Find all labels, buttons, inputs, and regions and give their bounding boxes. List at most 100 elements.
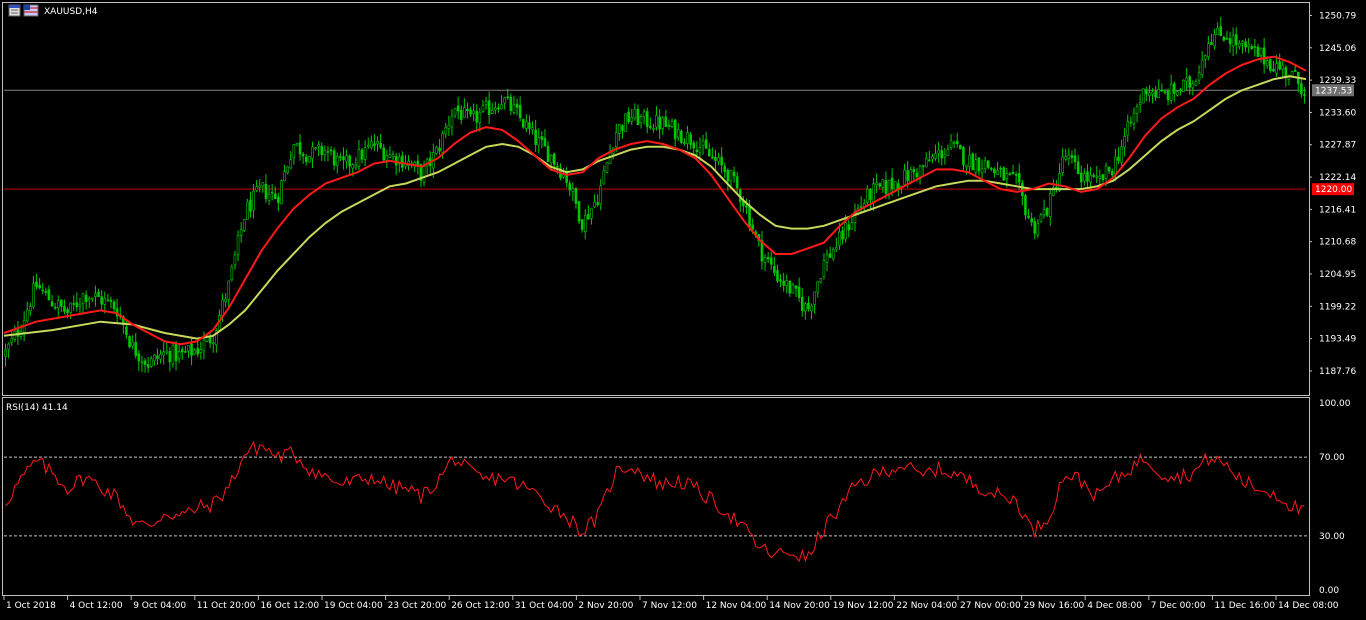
candle-body xyxy=(893,181,897,191)
candle-body xyxy=(773,265,776,273)
candle-body xyxy=(1017,173,1021,183)
candle-body xyxy=(227,280,231,300)
time-tick-label: 23 Oct 20:00 xyxy=(388,601,447,611)
candle-body xyxy=(252,190,255,211)
candle-body xyxy=(658,116,661,130)
price-tick-label: 1204.95 xyxy=(1319,270,1356,280)
candle-body xyxy=(642,111,646,118)
candle-body xyxy=(1172,83,1176,94)
candle-body xyxy=(273,193,277,199)
candle-body xyxy=(1253,46,1257,48)
price-tick-label: 1199.22 xyxy=(1319,302,1356,312)
candle-body xyxy=(295,143,299,146)
time-tick-label: 26 Oct 12:00 xyxy=(451,601,510,611)
candle-body xyxy=(97,291,100,298)
candle-body xyxy=(1231,35,1235,47)
candle-body xyxy=(177,350,181,359)
candle-body xyxy=(1303,94,1306,96)
candle-body xyxy=(44,291,48,293)
candle-body xyxy=(903,169,906,185)
candle-body xyxy=(971,153,975,171)
candle-body xyxy=(50,301,54,307)
candle-body xyxy=(444,127,448,135)
candle-body xyxy=(537,137,541,146)
candles xyxy=(4,16,1306,373)
candle-body xyxy=(1219,26,1223,36)
candle-body xyxy=(1070,155,1074,158)
symbol-header: XAUUSD,H4 xyxy=(8,4,98,17)
candle-body xyxy=(94,293,97,297)
candle-body xyxy=(1262,47,1266,65)
candle-body xyxy=(60,299,63,307)
candle-body xyxy=(165,350,169,353)
candle-body xyxy=(633,108,637,119)
candle-body xyxy=(955,140,959,145)
candle-body xyxy=(103,297,107,305)
candle-body xyxy=(283,171,286,181)
candle-body xyxy=(884,180,888,194)
candle-body xyxy=(100,296,103,305)
candle-body xyxy=(596,202,599,206)
candle-body xyxy=(1030,218,1033,223)
candle-body xyxy=(1259,47,1263,56)
symbol-label: XAUUSD,H4 xyxy=(44,7,98,17)
candle-body xyxy=(1203,55,1207,60)
candle-body xyxy=(286,166,289,174)
candle-body xyxy=(1256,46,1260,57)
candle-body xyxy=(401,155,404,168)
price-axis: 1250.791245.061239.331233.601227.871222.… xyxy=(1309,11,1356,596)
candle-body xyxy=(4,349,7,357)
candle-body xyxy=(890,177,894,189)
candle-body xyxy=(583,214,587,232)
candle-body xyxy=(134,342,138,356)
candle-body xyxy=(1002,167,1006,181)
candle-body xyxy=(1284,67,1288,78)
candle-body xyxy=(1104,165,1108,179)
candle-body xyxy=(1166,90,1170,100)
chart-svg[interactable]: 1250.791245.061239.331233.601227.871222.… xyxy=(0,0,1366,616)
candle-body xyxy=(676,129,680,138)
candle-body xyxy=(785,280,789,286)
time-tick-label: 22 Nov 04:00 xyxy=(896,601,957,611)
candle-body xyxy=(159,353,162,360)
time-tick-label: 29 Nov 16:00 xyxy=(1024,601,1085,611)
candle-body xyxy=(190,343,193,356)
candle-body xyxy=(63,305,66,312)
candle-body xyxy=(983,160,987,170)
candle-body xyxy=(831,249,835,259)
candle-body xyxy=(788,280,792,294)
candle-body xyxy=(53,306,57,309)
candle-body xyxy=(531,127,534,131)
chart-window-icon[interactable] xyxy=(8,4,21,17)
time-tick-label: 9 Oct 04:00 xyxy=(133,601,186,611)
candle-body xyxy=(518,105,522,118)
candle-body xyxy=(376,140,379,145)
candle-body xyxy=(149,358,153,367)
candle-body xyxy=(1160,89,1164,92)
candle-body xyxy=(487,100,491,115)
candle-body xyxy=(1238,42,1241,47)
candle-body xyxy=(1207,43,1210,57)
candle-body xyxy=(965,164,968,168)
candle-body xyxy=(807,302,810,310)
candle-body xyxy=(1228,38,1232,45)
candle-body xyxy=(1024,195,1027,216)
candle-body xyxy=(652,128,655,130)
candle-body xyxy=(549,155,553,164)
candle-body xyxy=(131,341,134,347)
candle-body xyxy=(1033,221,1037,234)
price-tick-label: 1216.41 xyxy=(1319,205,1356,215)
candle-body xyxy=(599,185,603,205)
price-tick-label: 1245.06 xyxy=(1319,44,1356,54)
candle-body xyxy=(162,351,165,356)
candle-body xyxy=(689,134,692,145)
candle-body xyxy=(915,172,919,178)
candle-body xyxy=(1045,207,1049,216)
candle-body xyxy=(382,147,386,161)
candle-body xyxy=(1265,60,1269,67)
candle-body xyxy=(881,179,885,188)
candle-body xyxy=(1129,121,1133,124)
candle-body xyxy=(921,165,925,167)
candle-body xyxy=(246,201,249,220)
ma-fast-line xyxy=(3,55,1307,346)
